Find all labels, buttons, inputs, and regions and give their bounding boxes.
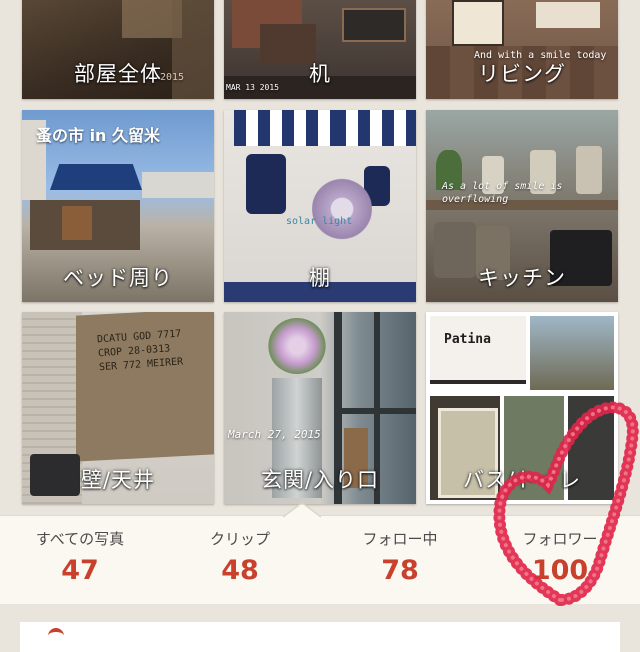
stat-following[interactable]: フォロー中 78 (320, 516, 480, 604)
category-tile-bedside[interactable]: 蚤の市 in 久留米 ベッド周り (22, 110, 214, 302)
stat-value: 47 (61, 555, 99, 586)
stat-label: フォロー中 (362, 530, 438, 548)
photo-caption: DCATU GOD 7717 CROP 28-0313 SER 772 MEIR… (96, 328, 184, 374)
photo-caption: solar light (286, 216, 353, 227)
content-card-top (20, 622, 620, 652)
photo-caption: Patina (444, 332, 491, 347)
photo-caption: 蚤の市 in 久留米 (36, 126, 161, 145)
category-label: 部屋全体 (74, 62, 162, 86)
category-tile-entrance[interactable]: March 27, 2015 玄関/入り口 (224, 312, 416, 504)
category-tile-kitchen[interactable]: As a lot of smile is overflowing キッチン (426, 110, 618, 302)
category-label: バス/トイレ (462, 468, 582, 492)
category-tile-living[interactable]: And with a smile today リビング (426, 0, 618, 99)
category-tile-desk[interactable]: MAR 13 2015 机 (224, 0, 416, 99)
stat-all-photos[interactable]: すべての写真 47 (0, 516, 160, 604)
stat-value: 48 (221, 555, 259, 586)
stat-value: 100 (531, 555, 589, 586)
category-photo-grid: 2015 部屋全体 MAR 13 2015 机 And with a smile… (0, 0, 640, 515)
category-tile-wall-ceiling[interactable]: DCATU GOD 7717 CROP 28-0313 SER 772 MEIR… (22, 312, 214, 504)
stat-label: フォロワー (522, 530, 598, 548)
category-label: キッチン (478, 266, 566, 290)
stat-label: すべての写真 (35, 530, 125, 548)
category-label: リビング (478, 62, 566, 86)
category-label: 玄関/入り口 (260, 468, 380, 492)
category-label: 棚 (309, 266, 331, 290)
profile-stats-bar: すべての写真 47 クリップ 48 フォロー中 78 フォロワー 100 (0, 503, 640, 605)
stat-value: 78 (381, 555, 419, 586)
category-tile-shelf[interactable]: solar light 棚 (224, 110, 416, 302)
category-label: 壁/天井 (80, 468, 156, 492)
stat-followers[interactable]: フォロワー 100 (480, 516, 640, 604)
content-below-area (0, 604, 640, 652)
category-tile-bath-toilet[interactable]: Patina バス/トイレ (426, 312, 618, 504)
photo-caption: As a lot of smile is overflowing (442, 181, 563, 205)
card-accent-mark (48, 628, 64, 640)
category-label: 机 (309, 62, 331, 86)
stat-clips[interactable]: クリップ 48 (160, 516, 320, 604)
category-tile-room[interactable]: 2015 部屋全体 (22, 0, 214, 99)
stat-label: クリップ (209, 530, 270, 548)
category-label: ベッド周り (63, 266, 173, 290)
photo-caption: March 27, 2015 (228, 428, 321, 441)
